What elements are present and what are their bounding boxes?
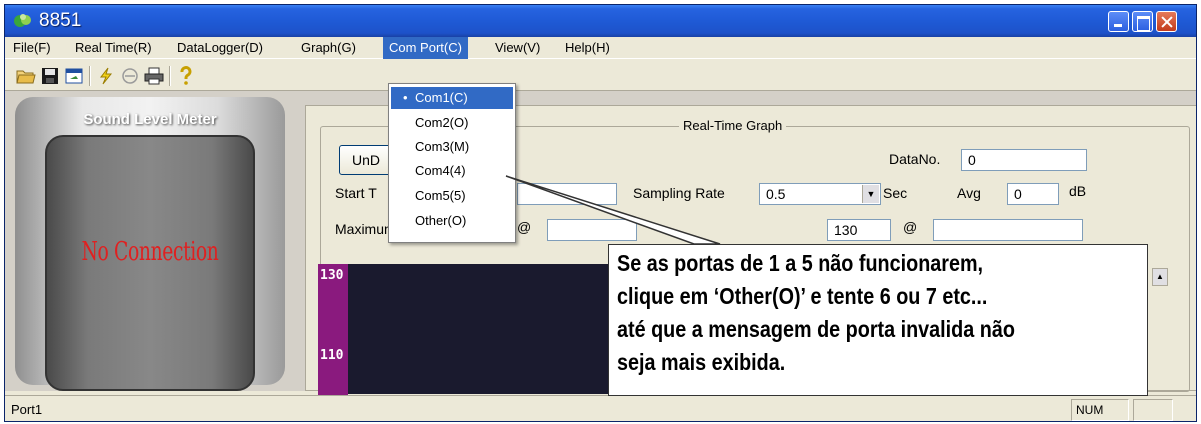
chevron-down-icon[interactable]: ▼ <box>862 185 879 203</box>
maximize-button[interactable] <box>1132 11 1153 32</box>
start-time-field[interactable] <box>517 183 617 205</box>
option-label: Com1(C) <box>415 90 468 105</box>
avg-label: Avg <box>957 185 981 201</box>
app-logo-icon <box>14 14 31 27</box>
sampling-rate-label: Sampling Rate <box>633 185 725 201</box>
save-image-icon[interactable] <box>63 65 85 87</box>
status-num: NUM <box>1071 399 1129 421</box>
start-time-label: Start T <box>335 185 377 201</box>
minimum-time-field[interactable] <box>933 219 1083 241</box>
callout-line: clique em ‘Other(O)’ e tente 6 ou 7 etc.… <box>617 283 988 309</box>
help-icon[interactable] <box>175 65 197 87</box>
print-icon[interactable] <box>143 65 165 87</box>
menu-com-port[interactable]: Com Port(C) <box>383 37 468 59</box>
callout-line: Se as portas de 1 a 5 não funcionarem, <box>617 250 984 276</box>
com-port-option-com3[interactable]: Com3(M) <box>391 136 513 158</box>
toolbar <box>5 61 1196 91</box>
com-port-option-com1[interactable]: • Com1(C) <box>391 87 513 109</box>
status-bar: Port1 NUM <box>5 395 1196 421</box>
menu-help[interactable]: Help(H) <box>559 37 616 59</box>
menu-real-time[interactable]: Real Time(R) <box>69 37 158 59</box>
com-port-option-com4[interactable]: Com4(4) <box>391 160 513 182</box>
menu-view[interactable]: View(V) <box>489 37 546 59</box>
save-icon[interactable] <box>39 65 61 87</box>
callout-text: Se as portas de 1 a 5 não funcionarem, c… <box>617 247 1150 379</box>
window-title: 8851 <box>39 10 82 31</box>
avg-field[interactable]: 0 <box>1007 183 1059 205</box>
axis-label-130: 130 <box>320 268 344 283</box>
callout-line: até que a mensagem de porta invalida não <box>617 316 1015 342</box>
menu-bar: File(F) Real Time(R) DataLogger(D) Graph… <box>5 37 1196 59</box>
instruction-callout: Se as portas de 1 a 5 não funcionarem, c… <box>608 244 1148 396</box>
com-port-option-com2[interactable]: Com2(O) <box>391 112 513 134</box>
menu-datalogger[interactable]: DataLogger(D) <box>171 37 269 59</box>
data-no-field[interactable]: 0 <box>961 149 1087 171</box>
menu-graph[interactable]: Graph(G) <box>295 37 362 59</box>
at-symbol: @ <box>517 219 532 235</box>
menu-file[interactable]: File(F) <box>7 37 57 59</box>
group-title: Real-Time Graph <box>679 118 787 133</box>
callout-line: seja mais exibida. <box>617 349 786 375</box>
meter-title: Sound Level Meter <box>83 111 217 128</box>
com-port-option-other[interactable]: Other(O) <box>391 210 513 232</box>
title-bar[interactable]: 8851 <box>5 5 1196 37</box>
db-label: dB <box>1069 183 1087 199</box>
sampling-rate-value: 0.5 <box>766 186 786 202</box>
open-folder-icon[interactable] <box>15 65 37 87</box>
sampling-rate-select[interactable]: 0.5 ▼ <box>759 183 881 205</box>
maximum-label: Maximum <box>335 221 396 237</box>
minimize-button[interactable] <box>1108 11 1129 32</box>
toolbar-separator <box>169 66 171 86</box>
com-port-option-com5[interactable]: Com5(5) <box>391 185 513 207</box>
axis-label-110: 110 <box>320 348 344 363</box>
status-port: Port1 <box>11 402 43 417</box>
lightning-icon[interactable] <box>95 65 117 87</box>
meter-screen: No Connection <box>45 135 255 391</box>
minimum-field[interactable]: 130 <box>827 219 891 241</box>
close-button[interactable] <box>1156 11 1177 32</box>
com-port-dropdown: • Com1(C) Com2(O) Com3(M) Com4(4) Com5(5… <box>388 83 516 243</box>
maximum-time-field[interactable] <box>547 219 637 241</box>
scroll-up-button[interactable]: ▲ <box>1152 268 1168 286</box>
at-symbol-2: @ <box>903 219 918 235</box>
sound-level-meter: Sound Level Meter No Connection <box>15 97 285 391</box>
status-empty-cell <box>1133 399 1173 421</box>
data-no-label: DataNo. <box>889 151 941 167</box>
toolbar-separator <box>89 66 91 86</box>
sec-label: Sec <box>883 185 908 201</box>
connection-status: No Connection <box>81 237 219 267</box>
selected-bullet-icon: • <box>403 90 408 105</box>
graph-y-axis: 130 110 <box>318 264 348 404</box>
disconnect-icon[interactable] <box>119 65 141 87</box>
